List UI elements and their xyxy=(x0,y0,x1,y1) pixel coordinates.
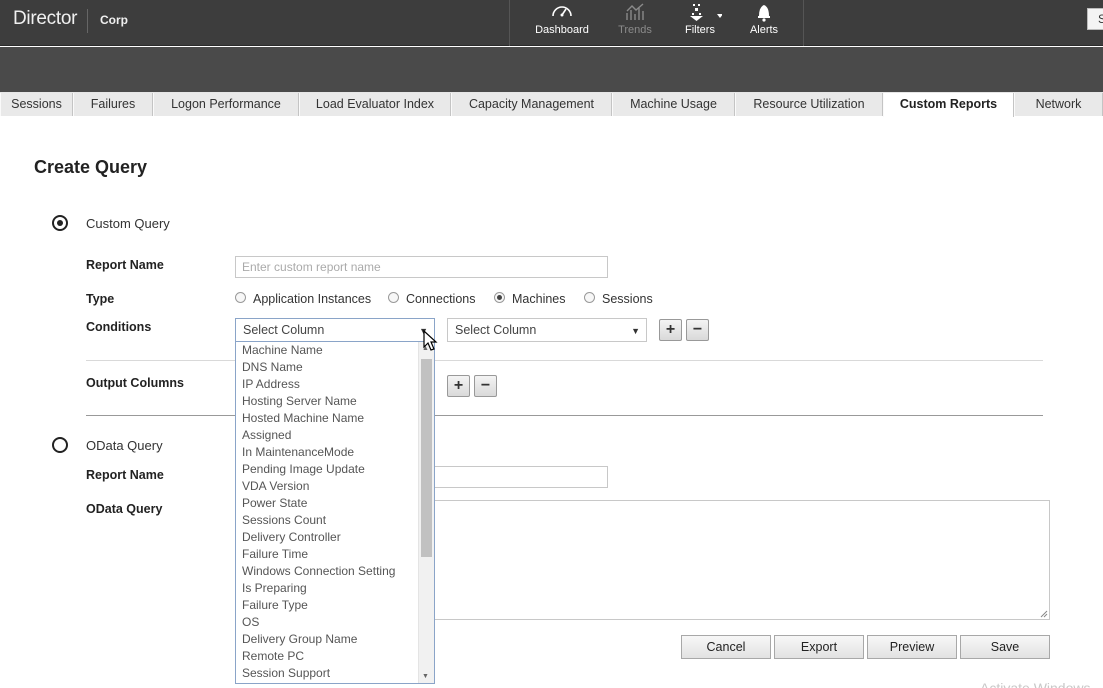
dashboard-gauge-icon xyxy=(527,1,597,23)
dropdown-option[interactable]: OS xyxy=(236,614,434,631)
filters-icon xyxy=(674,1,726,23)
dropdown-option[interactable]: IP Address xyxy=(236,376,434,393)
nav-trends[interactable]: Trends xyxy=(607,0,663,46)
type-label: Type xyxy=(86,292,115,306)
dropdown-option[interactable]: Sessions Count xyxy=(236,512,434,529)
scroll-down-icon[interactable]: ▼ xyxy=(422,673,429,680)
alerts-bell-icon xyxy=(738,1,790,23)
tab-network[interactable]: Network xyxy=(1014,93,1103,116)
type-option-label: Sessions xyxy=(602,292,653,306)
radio-dot xyxy=(497,295,502,300)
save-button[interactable]: Save xyxy=(960,635,1050,659)
dropdown-option[interactable]: Hosted Machine Name xyxy=(236,410,434,427)
tab-machine-usage[interactable]: Machine Usage xyxy=(612,93,735,116)
type-radio-machines[interactable] xyxy=(494,292,505,303)
nav-dashboard-label: Dashboard xyxy=(535,24,589,36)
brand-divider xyxy=(87,9,88,33)
dropdown-option[interactable]: Power State xyxy=(236,495,434,512)
mouse-pointer-icon xyxy=(423,330,438,351)
add-output-column-button[interactable]: + xyxy=(447,375,470,397)
condition-operator-value: Select Column xyxy=(455,323,537,337)
dropdown-items: Machine Name DNS Name IP Address Hosting… xyxy=(236,342,434,682)
type-option-label: Machines xyxy=(512,292,566,306)
top-header: Director Corp Dashboard Trends Filters A… xyxy=(0,0,1103,46)
dropdown-option[interactable]: Hosting Server Name xyxy=(236,393,434,410)
tab-sessions[interactable]: Sessions xyxy=(0,93,73,116)
type-radio-application-instances[interactable] xyxy=(235,292,246,303)
sub-header xyxy=(0,47,1103,92)
nav-filters[interactable]: Filters xyxy=(674,0,726,46)
cancel-button[interactable]: Cancel xyxy=(681,635,771,659)
preview-button[interactable]: Preview xyxy=(867,635,957,659)
resize-grip-icon xyxy=(1040,610,1048,618)
type-radio-sessions[interactable] xyxy=(584,292,595,303)
column-dropdown-list[interactable]: Machine Name DNS Name IP Address Hosting… xyxy=(235,342,435,684)
tab-failures[interactable]: Failures xyxy=(73,93,153,116)
tab-capacity-management[interactable]: Capacity Management xyxy=(451,93,612,116)
nav-filters-label: Filters xyxy=(685,24,715,36)
dropdown-option[interactable]: Pending Image Update xyxy=(236,461,434,478)
nav-alerts-label: Alerts xyxy=(749,24,779,36)
scrollbar-thumb[interactable] xyxy=(421,359,432,557)
nav-dashboard[interactable]: Dashboard xyxy=(527,0,597,46)
condition-column-select[interactable]: Select Column ▼ xyxy=(235,318,435,342)
add-condition-button[interactable]: + xyxy=(659,319,682,341)
dropdown-option[interactable]: Failure Type xyxy=(236,597,434,614)
odata-query-field-label: OData Query xyxy=(86,502,163,516)
app-brand: Director xyxy=(13,8,78,29)
dropdown-option[interactable]: In MaintenanceMode xyxy=(236,444,434,461)
dropdown-scrollbar[interactable]: ▲ ▼ xyxy=(418,342,434,683)
type-option-label: Connections xyxy=(406,292,476,306)
radio-dot xyxy=(57,220,63,226)
activate-windows-watermark: Activate Windows xyxy=(980,680,1091,688)
odata-query-radio[interactable] xyxy=(52,437,68,453)
nav-alerts[interactable]: Alerts xyxy=(738,0,790,46)
output-columns-label: Output Columns xyxy=(86,376,184,390)
remove-output-column-button[interactable]: − xyxy=(474,375,497,397)
nav-divider xyxy=(509,0,510,46)
dropdown-option[interactable]: Failure Time xyxy=(236,546,434,563)
dropdown-option[interactable]: Delivery Controller xyxy=(236,529,434,546)
condition-column-value: Select Column xyxy=(243,323,325,337)
nav-trends-label: Trends xyxy=(618,24,652,36)
dropdown-arrow-icon: ▼ xyxy=(631,326,640,336)
export-button[interactable]: Export xyxy=(774,635,864,659)
divider xyxy=(86,360,1043,361)
tab-logon-performance[interactable]: Logon Performance xyxy=(153,93,299,116)
report-name-label: Report Name xyxy=(86,258,164,272)
page-title: Create Query xyxy=(34,157,148,177)
dropdown-option[interactable]: Assigned xyxy=(236,427,434,444)
type-option-label: Application Instances xyxy=(253,292,372,306)
section-divider xyxy=(86,415,1043,416)
tab-load-evaluator-index[interactable]: Load Evaluator Index xyxy=(299,93,451,116)
nav-divider xyxy=(803,0,804,46)
odata-query-label: OData Query xyxy=(86,438,163,453)
dropdown-option[interactable]: DNS Name xyxy=(236,359,434,376)
report-tabs: Sessions Failures Logon Performance Load… xyxy=(0,92,1103,117)
condition-operator-select[interactable]: Select Column ▼ xyxy=(447,318,647,342)
custom-query-radio[interactable] xyxy=(52,215,68,231)
dropdown-option[interactable]: Machine Name xyxy=(236,342,434,359)
tab-resource-utilization[interactable]: Resource Utilization xyxy=(735,93,883,116)
dropdown-option[interactable]: Remote PC xyxy=(236,648,434,665)
dropdown-option[interactable]: Windows Connection Setting xyxy=(236,563,434,580)
dropdown-option[interactable]: Is Preparing xyxy=(236,580,434,597)
remove-condition-button[interactable]: − xyxy=(686,319,709,341)
odata-report-name-label: Report Name xyxy=(86,468,164,482)
tab-custom-reports[interactable]: Custom Reports xyxy=(883,93,1014,117)
dropdown-option[interactable]: Delivery Group Name xyxy=(236,631,434,648)
custom-query-label: Custom Query xyxy=(86,216,170,231)
dropdown-option[interactable]: VDA Version xyxy=(236,478,434,495)
site-name: Corp xyxy=(100,13,128,27)
report-name-input[interactable]: Enter custom report name xyxy=(235,256,608,278)
trends-chart-icon xyxy=(607,1,663,23)
conditions-label: Conditions xyxy=(86,320,152,334)
type-radio-connections[interactable] xyxy=(388,292,399,303)
dropdown-option[interactable]: Session Support xyxy=(236,665,434,682)
search-button[interactable]: S xyxy=(1087,8,1103,30)
